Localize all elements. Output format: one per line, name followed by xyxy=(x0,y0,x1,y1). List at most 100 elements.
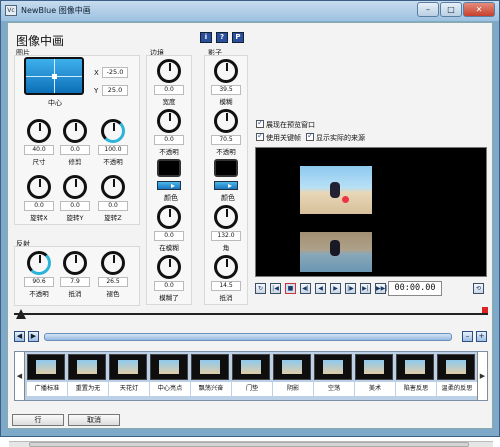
preset-scroll-right[interactable]: ▶ xyxy=(477,352,487,400)
sync-icon[interactable]: ⟲ xyxy=(473,283,484,294)
shadow-opacity-value[interactable]: 70.5 xyxy=(211,135,241,145)
preset-thumbnail[interactable] xyxy=(273,354,311,380)
border-opacity-knob[interactable] xyxy=(157,109,181,133)
preset-thumbnail[interactable] xyxy=(437,354,475,380)
preset-thumbnail[interactable] xyxy=(150,354,188,380)
preset-item[interactable]: 阴影 xyxy=(273,354,313,398)
shadow-opacity-knob[interactable] xyxy=(214,109,238,133)
preset-thumbnail[interactable] xyxy=(27,354,65,380)
preset-item[interactable]: 美术 xyxy=(355,354,395,398)
shadow-color-swatch[interactable] xyxy=(214,159,238,177)
preset-thumbnail[interactable] xyxy=(314,354,352,380)
timecode-display[interactable]: 00:00.00 xyxy=(388,281,442,296)
end-keyframe-marker[interactable] xyxy=(482,307,488,313)
preset-thumbnail[interactable] xyxy=(68,354,106,380)
preset-thumbnail[interactable] xyxy=(232,354,270,380)
preset-item[interactable]: 广播标准 xyxy=(27,354,67,398)
shadow-angle-value[interactable]: 132.0 xyxy=(211,231,241,241)
go-start-button[interactable]: |◀ xyxy=(270,283,281,294)
border-color-swatch[interactable] xyxy=(157,159,181,177)
rotate-y-value[interactable]: 0.0 xyxy=(60,201,90,211)
preset-item[interactable]: 空荡 xyxy=(314,354,354,398)
help-button[interactable]: ? xyxy=(216,32,228,43)
prev-keyframe-button[interactable]: ◀| xyxy=(300,283,311,294)
opacity-value[interactable]: 100.0 xyxy=(98,145,128,155)
shadow-blur-value[interactable]: 39.5 xyxy=(211,85,241,95)
go-end-button[interactable]: ▶▶| xyxy=(375,283,387,294)
size-value[interactable]: 40.0 xyxy=(24,145,54,155)
stop-button[interactable]: ■ xyxy=(285,283,296,294)
preset-item[interactable]: 中心亮点 xyxy=(150,354,190,398)
border-color-picker[interactable] xyxy=(157,181,181,190)
opacity-knob[interactable] xyxy=(101,119,125,143)
playhead-marker[interactable] xyxy=(16,309,26,319)
preset-button[interactable]: P xyxy=(232,32,244,43)
preset-item[interactable]: 门垫 xyxy=(232,354,272,398)
preset-item[interactable]: 陷害反思 xyxy=(396,354,436,398)
rotate-z-knob[interactable] xyxy=(101,175,125,199)
close-button[interactable]: ✕ xyxy=(463,2,495,17)
reflect-opacity-knob[interactable] xyxy=(27,251,51,275)
shadow-offset-value[interactable]: 14.5 xyxy=(211,281,241,291)
step-forward-button[interactable]: ▶| xyxy=(360,283,371,294)
reflect-offset-value[interactable]: 7.9 xyxy=(60,277,90,287)
scrollbar-thumb[interactable] xyxy=(29,442,469,447)
border-outer-blur-value[interactable]: 0.0 xyxy=(154,281,184,291)
crop-knob[interactable] xyxy=(63,119,87,143)
preset-item[interactable]: 飘荡兴奋 xyxy=(191,354,231,398)
rotate-z-value[interactable]: 0.0 xyxy=(98,201,128,211)
maximize-button[interactable]: □ xyxy=(440,2,462,17)
shadow-color-picker[interactable] xyxy=(214,181,238,190)
preset-thumbnail[interactable] xyxy=(396,354,434,380)
size-knob[interactable] xyxy=(27,119,51,143)
preset-thumbnail[interactable] xyxy=(109,354,147,380)
keyframe-timeline[interactable] xyxy=(14,307,488,331)
checkbox-icon[interactable] xyxy=(256,118,264,128)
play-button[interactable]: ▶ xyxy=(330,283,341,294)
scroll-right-button[interactable]: ▶ xyxy=(28,331,39,342)
horizontal-scrollbar[interactable] xyxy=(9,441,493,447)
ok-button[interactable]: 行 xyxy=(12,414,64,426)
crop-value[interactable]: 0.0 xyxy=(60,145,90,155)
next-keyframe-button[interactable]: |▶ xyxy=(345,283,356,294)
rotate-x-knob[interactable] xyxy=(27,175,51,199)
rotate-y-knob[interactable] xyxy=(63,175,87,199)
position-handle[interactable] xyxy=(52,74,57,79)
border-width-value[interactable]: 0.0 xyxy=(154,85,184,95)
show-in-preview-option[interactable]: 展现在预览窗口 xyxy=(256,118,315,130)
loop-button[interactable]: ↻ xyxy=(255,283,266,294)
timeline-zoom-bar[interactable] xyxy=(44,333,452,341)
shadow-angle-knob[interactable] xyxy=(214,205,238,229)
minimize-button[interactable]: – xyxy=(417,2,439,17)
preset-item[interactable]: 天花灯 xyxy=(109,354,149,398)
rotate-x-value[interactable]: 0.0 xyxy=(24,201,54,211)
preset-scroll-left[interactable]: ◀ xyxy=(15,352,25,400)
border-inner-blur-knob[interactable] xyxy=(157,205,181,229)
y-input[interactable]: 25.0 xyxy=(102,85,128,96)
border-outer-blur-knob[interactable] xyxy=(157,255,181,279)
scroll-left-button[interactable]: ◀ xyxy=(14,331,25,342)
step-back-button[interactable]: ◀ xyxy=(315,283,326,294)
reflect-opacity-value[interactable]: 90.6 xyxy=(24,277,54,287)
reflect-fade-knob[interactable] xyxy=(101,251,125,275)
position-pad[interactable] xyxy=(24,57,84,95)
reflect-offset-knob[interactable] xyxy=(63,251,87,275)
zoom-out-button[interactable]: – xyxy=(462,331,473,342)
preset-item[interactable]: 温柔的反思 xyxy=(437,354,477,398)
preset-thumbnail[interactable] xyxy=(191,354,229,380)
border-opacity-value[interactable]: 0.0 xyxy=(154,135,184,145)
border-inner-blur-value[interactable]: 0.0 xyxy=(154,231,184,241)
show-actual-source-option[interactable]: 显示实际的来源 xyxy=(306,131,365,143)
use-keyframes-option[interactable]: 使用关键帧 xyxy=(256,131,301,143)
x-input[interactable]: -25.0 xyxy=(102,67,128,78)
shadow-blur-knob[interactable] xyxy=(214,59,238,83)
reflect-fade-value[interactable]: 26.5 xyxy=(98,277,128,287)
zoom-in-button[interactable]: + xyxy=(476,331,487,342)
border-width-knob[interactable] xyxy=(157,59,181,83)
checkbox-icon[interactable] xyxy=(256,131,264,141)
preset-item[interactable]: 重置为无 xyxy=(68,354,108,398)
shadow-offset-knob[interactable] xyxy=(214,255,238,279)
cancel-button[interactable]: 取消 xyxy=(68,414,120,426)
checkbox-icon[interactable] xyxy=(306,131,314,141)
timeline-track[interactable] xyxy=(14,313,488,315)
